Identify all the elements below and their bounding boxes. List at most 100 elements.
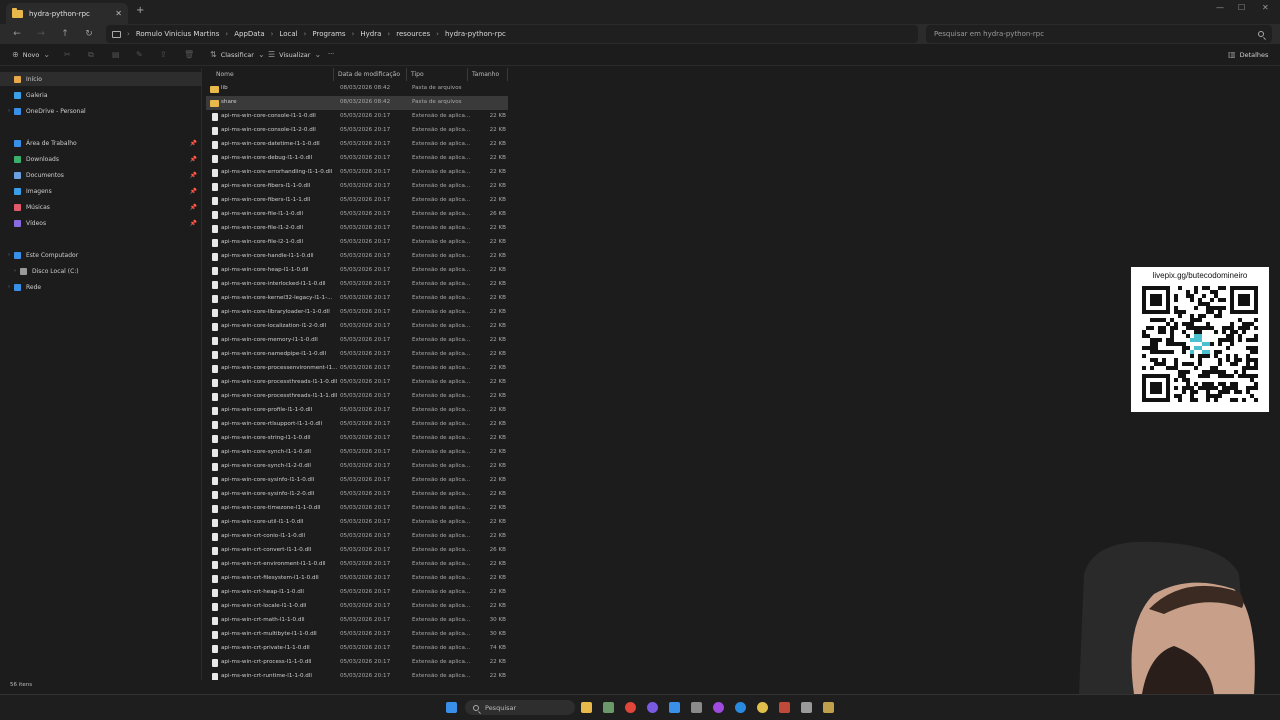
file-row[interactable]: api-ms-win-core-memory-l1-1-0.dll 05/03/2… bbox=[206, 334, 508, 348]
maximize-icon[interactable]: ☐ bbox=[1238, 3, 1245, 12]
breadcrumb-separator-icon[interactable]: › bbox=[127, 30, 130, 38]
file-row[interactable]: api-ms-win-core-processthreads-l1-1-0.dl… bbox=[206, 376, 508, 390]
sidebar-item-desktop[interactable]: Área de Trabalho 📌 bbox=[0, 136, 202, 150]
sidebar-item-pictures[interactable]: Imagens 📌 bbox=[0, 184, 202, 198]
file-row[interactable]: api-ms-win-core-kernel32-legacy-l1-1-...… bbox=[206, 292, 508, 306]
file-row[interactable]: api-ms-win-crt-runtime-l1-1-0.dll 05/03/2… bbox=[206, 670, 508, 680]
file-row[interactable]: api-ms-win-core-libraryloader-l1-1-0.dll… bbox=[206, 306, 508, 320]
taskbar-search[interactable]: Pesquisar bbox=[465, 700, 575, 715]
up-icon[interactable]: ↑ bbox=[57, 26, 73, 42]
more-options-button[interactable]: ··· bbox=[328, 50, 334, 58]
column-header-size[interactable]: Tamanho bbox=[468, 68, 508, 81]
file-row[interactable]: api-ms-win-core-synch-l1-2-0.dll 05/03/20… bbox=[206, 460, 508, 474]
file-row[interactable]: api-ms-win-core-datetime-l1-1-0.dll 05/03… bbox=[206, 138, 508, 152]
file-row[interactable]: api-ms-win-crt-filesystem-l1-1-0.dll 05/0… bbox=[206, 572, 508, 586]
column-header-date[interactable]: Data de modificação bbox=[334, 68, 407, 81]
file-row[interactable]: api-ms-win-crt-conio-l1-1-0.dll 05/03/202… bbox=[206, 530, 508, 544]
column-header-type[interactable]: Tipo bbox=[407, 68, 468, 81]
close-tab-button[interactable]: ✕ bbox=[115, 9, 122, 18]
breadcrumb-item[interactable]: hydra-python-rpc bbox=[445, 30, 506, 38]
back-icon[interactable]: ← bbox=[9, 26, 25, 42]
file-row[interactable]: api-ms-win-core-fibers-l1-1-1.dll 05/03/2… bbox=[206, 194, 508, 208]
file-row[interactable]: api-ms-win-core-processenvironment-l1...… bbox=[206, 362, 508, 376]
sidebar-item-onedrive[interactable]: › OneDrive - Personal bbox=[0, 104, 202, 118]
forward-icon[interactable]: → bbox=[33, 26, 49, 42]
file-row[interactable]: api-ms-win-core-heap-l1-1-0.dll 05/03/202… bbox=[206, 264, 508, 278]
column-header-name[interactable]: Nome bbox=[206, 68, 334, 81]
app-icon-2[interactable] bbox=[779, 702, 790, 713]
file-row[interactable]: api-ms-win-core-namedpipe-l1-1-0.dll 05/0… bbox=[206, 348, 508, 362]
details-button[interactable]: ▥ Detalhes bbox=[1228, 50, 1268, 59]
app-icon-4[interactable] bbox=[823, 702, 834, 713]
rename-icon[interactable]: ✎ bbox=[136, 50, 143, 59]
file-row[interactable]: api-ms-win-crt-math-l1-1-0.dll 05/03/2026… bbox=[206, 614, 508, 628]
chrome-icon[interactable] bbox=[625, 702, 636, 713]
sidebar-item-music[interactable]: Músicas 📌 bbox=[0, 200, 202, 214]
file-row[interactable]: api-ms-win-crt-private-l1-1-0.dll 05/03/2… bbox=[206, 642, 508, 656]
file-row[interactable]: api-ms-win-core-debug-l1-1-0.dll 05/03/20… bbox=[206, 152, 508, 166]
file-row[interactable]: api-ms-win-core-file-l1-2-0.dll 05/03/202… bbox=[206, 222, 508, 236]
refresh-icon[interactable]: ↻ bbox=[81, 26, 97, 42]
sidebar-item-videos[interactable]: Vídeos 📌 bbox=[0, 216, 202, 230]
breadcrumb-separator-icon[interactable]: › bbox=[352, 30, 355, 38]
chevron-right-icon[interactable]: › bbox=[4, 284, 14, 290]
file-row[interactable]: api-ms-win-crt-locale-l1-1-0.dll 05/03/20… bbox=[206, 600, 508, 614]
file-row[interactable]: api-ms-win-crt-multibyte-l1-1-0.dll 05/03… bbox=[206, 628, 508, 642]
paste-icon[interactable]: ▤ bbox=[112, 50, 120, 59]
settings-icon[interactable] bbox=[757, 702, 768, 713]
file-row[interactable]: api-ms-win-crt-heap-l1-1-0.dll 05/03/2026… bbox=[206, 586, 508, 600]
sidebar-item-downloads[interactable]: Downloads 📌 bbox=[0, 152, 202, 166]
breadcrumb-item[interactable]: Local bbox=[279, 30, 297, 38]
breadcrumb-separator-icon[interactable]: › bbox=[387, 30, 390, 38]
copy-icon[interactable]: ⧉ bbox=[88, 50, 94, 60]
app-icon-3[interactable] bbox=[801, 702, 812, 713]
chevron-right-icon[interactable]: › bbox=[10, 268, 20, 274]
breadcrumb-separator-icon[interactable]: › bbox=[304, 30, 307, 38]
sidebar-item-gallery[interactable]: Galeria bbox=[0, 88, 202, 102]
file-row[interactable]: api-ms-win-core-file-l1-1-0.dll 05/03/202… bbox=[206, 208, 508, 222]
file-row[interactable]: api-ms-win-core-sysinfo-l1-1-0.dll 05/03/… bbox=[206, 474, 508, 488]
sidebar-item-drive[interactable]: › Disco Local (C:) bbox=[0, 264, 202, 278]
folder-row[interactable]: share 08/03/2026 08:42 Pasta de arquivos bbox=[206, 96, 508, 110]
file-row[interactable]: api-ms-win-core-fibers-l1-1-0.dll 05/03/2… bbox=[206, 180, 508, 194]
breadcrumb-separator-icon[interactable]: › bbox=[436, 30, 439, 38]
sidebar-item-documents[interactable]: Documentos 📌 bbox=[0, 168, 202, 182]
sidebar-item-computer[interactable]: › Este Computador bbox=[0, 248, 202, 262]
close-window-icon[interactable]: ✕ bbox=[1262, 3, 1269, 12]
chevron-right-icon[interactable]: › bbox=[4, 252, 14, 258]
file-row[interactable]: api-ms-win-core-timezone-l1-1-0.dll 05/03… bbox=[206, 502, 508, 516]
minimize-icon[interactable]: — bbox=[1216, 3, 1224, 12]
file-row[interactable]: api-ms-win-core-console-l1-2-0.dll 05/03/… bbox=[206, 124, 508, 138]
file-row[interactable]: api-ms-win-core-console-l1-1-0.dll 05/03/… bbox=[206, 110, 508, 124]
sidebar-item-home[interactable]: Início bbox=[0, 72, 202, 86]
twitch-icon[interactable] bbox=[713, 702, 724, 713]
breadcrumb-item[interactable]: AppData bbox=[234, 30, 264, 38]
file-row[interactable]: api-ms-win-crt-convert-l1-1-0.dll 05/03/2… bbox=[206, 544, 508, 558]
file-row[interactable]: api-ms-win-core-handle-l1-1-0.dll 05/03/2… bbox=[206, 250, 508, 264]
breadcrumb-item[interactable]: Programs bbox=[312, 30, 345, 38]
file-row[interactable]: api-ms-win-core-profile-l1-1-0.dll 05/03/… bbox=[206, 404, 508, 418]
file-row[interactable]: api-ms-win-core-synch-l1-1-0.dll 05/03/20… bbox=[206, 446, 508, 460]
search-input[interactable]: Pesquisar em hydra-python-rpc bbox=[926, 25, 1272, 43]
file-row[interactable]: api-ms-win-core-sysinfo-l1-2-0.dll 05/03/… bbox=[206, 488, 508, 502]
tab-hydra-python-rpc[interactable]: hydra-python-rpc ✕ bbox=[6, 3, 128, 24]
file-row[interactable]: api-ms-win-core-util-l1-1-0.dll 05/03/202… bbox=[206, 516, 508, 530]
cut-icon[interactable]: ✂ bbox=[64, 50, 71, 59]
breadcrumb-item[interactable]: Romulo Vinicius Martins bbox=[136, 30, 220, 38]
file-row[interactable]: api-ms-win-core-processthreads-l1-1-1.dl… bbox=[206, 390, 508, 404]
breadcrumb-item[interactable]: resources bbox=[396, 30, 430, 38]
breadcrumb-item[interactable]: Hydra bbox=[360, 30, 381, 38]
address-bar[interactable]: › Romulo Vinicius Martins › AppData › Local › P… bbox=[106, 25, 918, 43]
folder-row[interactable]: lib 08/03/2026 08:42 Pasta de arquivos bbox=[206, 82, 508, 96]
file-explorer-icon[interactable] bbox=[581, 702, 592, 713]
discord-icon[interactable] bbox=[647, 702, 658, 713]
edge-icon[interactable] bbox=[735, 702, 746, 713]
file-row[interactable]: api-ms-win-core-errorhandling-l1-1-0.dll… bbox=[206, 166, 508, 180]
view-button[interactable]: ☰ Visualizar ⌄ bbox=[268, 50, 321, 59]
sort-button[interactable]: ⇅ Classificar ⌄ bbox=[210, 50, 265, 59]
store-icon[interactable] bbox=[603, 702, 614, 713]
delete-icon[interactable]: 🗑 bbox=[184, 50, 194, 59]
file-row[interactable]: api-ms-win-crt-process-l1-1-0.dll 05/03/2… bbox=[206, 656, 508, 670]
chevron-right-icon[interactable]: › bbox=[4, 108, 14, 114]
file-row[interactable]: api-ms-win-core-localization-l1-2-0.dll 0… bbox=[206, 320, 508, 334]
